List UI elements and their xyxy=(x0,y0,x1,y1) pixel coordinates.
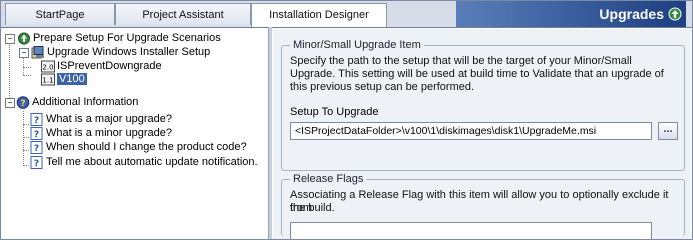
tree-node-v100[interactable]: V100 xyxy=(57,73,87,86)
description-line: Upgrade. This setting will be used at bu… xyxy=(290,68,664,80)
view-title-bar: Upgrades xyxy=(456,1,686,27)
help-page-icon: ? xyxy=(30,127,43,140)
collapse-toggle[interactable]: − xyxy=(5,34,15,44)
help-link-major-upgrade[interactable]: What is a major upgrade? xyxy=(46,113,172,126)
tab-project-assistant[interactable]: Project Assistant xyxy=(115,3,251,25)
tree-node-prepare-setup[interactable]: Prepare Setup For Upgrade Scenarios xyxy=(33,32,221,45)
help-link-minor-upgrade[interactable]: What is a minor upgrade? xyxy=(46,127,172,140)
description-line: Associating a Release Flag with this ite… xyxy=(290,189,669,214)
setup-to-upgrade-label: Setup To Upgrade xyxy=(290,106,379,118)
svg-text:?: ? xyxy=(34,116,39,126)
page-title: Upgrades xyxy=(599,6,664,22)
setup-path-field[interactable]: <ISProjectDataFolder>\v100\1\diskimages\… xyxy=(290,122,652,140)
upgrade-arrow-icon xyxy=(668,7,682,21)
pane-splitter[interactable] xyxy=(268,27,272,239)
description-line: the build. xyxy=(290,202,335,214)
prevent-downgrade-icon: 2.0 xyxy=(41,60,55,73)
help-link-change-product-code[interactable]: When should I change the product code? xyxy=(46,141,247,154)
tree-node-additional-information[interactable]: Additional Information xyxy=(32,96,138,109)
release-flags-group: Release Flags Associating a Release Flag… xyxy=(281,173,685,240)
installer-setup-icon xyxy=(31,46,44,59)
svg-text:2.0: 2.0 xyxy=(42,64,53,72)
group-legend: Release Flags xyxy=(290,173,367,185)
description-line: Specify the path to the setup that will … xyxy=(290,55,632,67)
collapse-toggle[interactable]: − xyxy=(19,48,29,58)
svg-text:?: ? xyxy=(34,130,39,140)
selected-label: V100 xyxy=(57,73,87,85)
help-page-icon: ? xyxy=(30,156,43,169)
release-flags-field[interactable] xyxy=(290,222,652,240)
tab-startpage[interactable]: StartPage xyxy=(5,3,115,25)
svg-text:1.1: 1.1 xyxy=(42,77,53,85)
tree-node-upgrade-windows-installer[interactable]: Upgrade Windows Installer Setup xyxy=(47,46,210,59)
help-link-update-notification[interactable]: Tell me about automatic update notificat… xyxy=(46,156,258,169)
tree-node-ispreventdowngrade[interactable]: ISPreventDowngrade xyxy=(57,60,162,73)
collapse-toggle[interactable]: − xyxy=(5,98,15,108)
view-tab-bar: StartPage Project Assistant Installation… xyxy=(1,1,692,28)
browse-button[interactable]: ... xyxy=(658,122,678,140)
help-page-icon: ? xyxy=(30,113,43,126)
version-item-icon: 1.1 xyxy=(41,73,55,86)
group-legend: Minor/Small Upgrade Item xyxy=(290,39,424,51)
properties-panel: Minor/Small Upgrade Item Specify the pat… xyxy=(273,29,691,240)
help-page-icon: ? xyxy=(30,141,43,154)
description-line: this previous setup can be performed. xyxy=(290,81,475,93)
tab-installation-designer[interactable]: Installation Designer xyxy=(251,3,387,27)
installshield-window: StartPage Project Assistant Installation… xyxy=(0,0,693,240)
svg-text:?: ? xyxy=(34,159,39,169)
svg-text:?: ? xyxy=(20,99,25,109)
upgrade-scenarios-icon xyxy=(18,32,30,45)
upgrade-tree: − Prepare Setup For Upgrade Scenarios − … xyxy=(5,31,267,235)
svg-text:?: ? xyxy=(34,144,39,154)
information-help-icon: ? xyxy=(16,96,30,109)
minor-upgrade-group: Minor/Small Upgrade Item Specify the pat… xyxy=(281,39,685,171)
